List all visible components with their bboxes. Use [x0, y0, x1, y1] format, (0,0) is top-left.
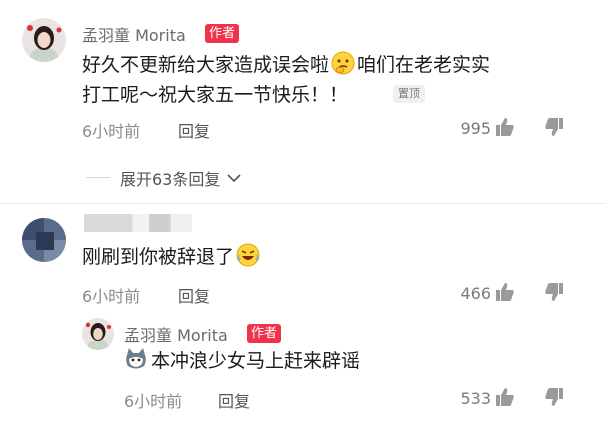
comment-separator [0, 203, 606, 204]
expand-divider [86, 177, 110, 178]
comment-text: 刚刷到你被辞退了 [82, 242, 260, 272]
thinking-face-icon [331, 51, 355, 75]
comment-username[interactable]: 孟羽童 Morita [82, 22, 186, 46]
like-icon[interactable] [495, 282, 515, 302]
cat-face-icon [124, 347, 148, 371]
reply-time: 6小时前 [124, 392, 183, 411]
like-count: 466 [460, 284, 491, 303]
pinned-badge: 置顶 [393, 85, 425, 103]
author-badge: 作者 [205, 24, 240, 43]
avatar[interactable] [22, 218, 66, 262]
dislike-icon[interactable] [544, 117, 564, 137]
avatar[interactable] [82, 318, 114, 350]
reply-button[interactable]: 回复 [178, 118, 210, 142]
reply-username[interactable]: 孟羽童 Morita [124, 322, 228, 346]
dislike-icon[interactable] [544, 387, 564, 407]
comment-text-part: 刚刷到你被辞退了 [82, 246, 235, 268]
rolling-laughing-face-icon [236, 243, 260, 267]
expand-replies-button[interactable]: 展开63条回复 [120, 166, 242, 190]
comment-text-part: 打工呢～祝大家五一节快乐！！ [82, 84, 349, 106]
comment-time: 6小时前 [82, 122, 141, 141]
comment-text: 好久不更新给大家造成误会啦 咱们在老老实实 [82, 50, 490, 80]
dislike-icon[interactable] [544, 282, 564, 302]
author-badge: 作者 [247, 324, 282, 343]
comment-text-part: 咱们在老老实实 [357, 54, 491, 76]
comment-time: 6小时前 [82, 287, 141, 306]
chevron-down-icon [227, 173, 242, 183]
reply-text: 本冲浪少女马上赶来辟谣 [124, 346, 360, 376]
reply-text-part: 本冲浪少女马上赶来辟谣 [151, 350, 361, 372]
like-count: 995 [460, 119, 491, 138]
like-icon[interactable] [495, 117, 515, 137]
comment-username-redacted[interactable] [84, 214, 192, 232]
comment-text-line2: 打工呢～祝大家五一节快乐！！ [82, 80, 348, 110]
comment-text-part: 好久不更新给大家造成误会啦 [82, 54, 330, 76]
reply-button[interactable]: 回复 [218, 388, 250, 412]
avatar[interactable] [22, 18, 66, 62]
expand-replies-label: 展开63条回复 [120, 170, 221, 189]
reply-button[interactable]: 回复 [178, 283, 210, 307]
like-count: 533 [460, 389, 491, 408]
like-icon[interactable] [495, 387, 515, 407]
